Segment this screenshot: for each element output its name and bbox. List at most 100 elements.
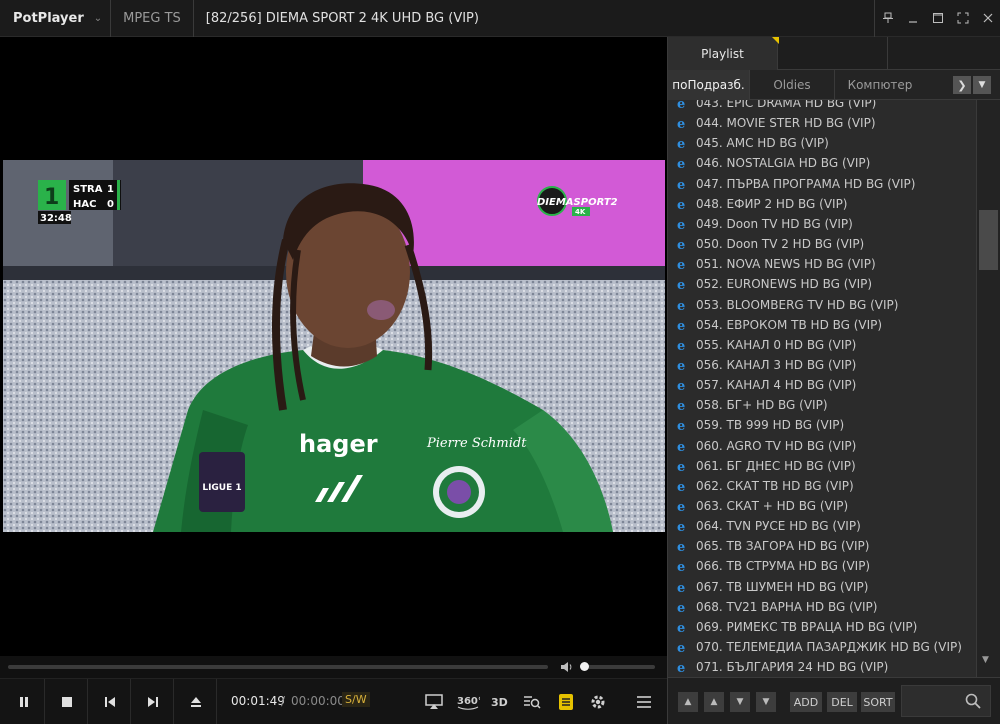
- svg-text:e: e: [677, 641, 685, 653]
- playlist-item-label: 045. AMC HD BG (VIP): [696, 136, 829, 151]
- move-top-icon[interactable]: ▲: [678, 692, 698, 712]
- playlist-item[interactable]: e 061. БГ ДНЕС HD BG (VIP): [668, 456, 976, 476]
- playlist-item[interactable]: e 066. ТВ СТРУМА HD BG (VIP): [668, 556, 976, 576]
- playlist-item[interactable]: e 064. TVN РУСЕ HD BG (VIP): [668, 516, 976, 536]
- subtab-computer[interactable]: Компютер: [835, 70, 925, 100]
- subtab-oldies[interactable]: Oldies: [750, 70, 835, 100]
- channel-logo-badge: 4K: [575, 208, 586, 216]
- svg-text:e: e: [677, 299, 685, 311]
- playlist-item[interactable]: e 062. СКАТ ТВ HD BG (VIP): [668, 476, 976, 496]
- video-frame[interactable]: hager Pierre Schmidt LIGUE 1 1 32:48 STR…: [3, 160, 665, 532]
- playlist-item[interactable]: e 044. MOVIE STER HD BG (VIP): [668, 113, 976, 133]
- playlist-item[interactable]: e 043. EPIC DRAMA HD BG (VIP): [668, 100, 976, 113]
- close-icon[interactable]: [975, 0, 1000, 37]
- search-icon[interactable]: [965, 693, 981, 709]
- channel-logo: DIEMASPORT2: [537, 197, 618, 208]
- eject-button[interactable]: [175, 679, 217, 724]
- playlist-item-label: 051. NOVA NEWS HD BG (VIP): [696, 257, 876, 272]
- shirt-text-2: Pierre Schmidt: [426, 436, 527, 451]
- svg-text:e: e: [677, 621, 685, 633]
- scroll-down-icon[interactable]: ▼: [982, 655, 989, 665]
- playlist-item[interactable]: e 069. РИМЕКС ТВ ВРАЦА HD BG (VIP): [668, 617, 976, 637]
- volume-knob[interactable]: [580, 662, 589, 671]
- fullscreen-icon[interactable]: [950, 0, 975, 37]
- app-name: PotPlayer: [13, 10, 84, 26]
- playlist-item[interactable]: e 053. BLOOMBERG TV HD BG (VIP): [668, 295, 976, 315]
- scrollbar-thumb[interactable]: [979, 210, 998, 270]
- chevron-down-icon[interactable]: ▼: [973, 76, 991, 94]
- stop-icon: [61, 697, 72, 707]
- playlist-item-label: 046. NOSTALGIA HD BG (VIP): [696, 156, 871, 171]
- add-button[interactable]: ADD: [790, 692, 822, 712]
- seek-bar[interactable]: [8, 665, 548, 669]
- internet-explorer-icon: e: [677, 319, 685, 331]
- playlist-item-label: 055. КАНАЛ 0 HD BG (VIP): [696, 337, 857, 352]
- move-up-icon[interactable]: ▲: [704, 692, 724, 712]
- maximize-icon[interactable]: [925, 0, 950, 37]
- next-button[interactable]: [132, 679, 174, 724]
- playlist-item[interactable]: e 065. ТВ ЗАГОРА HD BG (VIP): [668, 536, 976, 556]
- home-score: 1: [107, 184, 114, 195]
- playlist-item[interactable]: e 070. ТЕЛЕМЕДИА ПАЗАРДЖИК HD BG (VIP): [668, 637, 976, 657]
- playlist-item-label: 048. ЕФИР 2 HD BG (VIP): [696, 196, 848, 211]
- playlist-item[interactable]: e 055. КАНАЛ 0 HD BG (VIP): [668, 335, 976, 355]
- svg-text:e: e: [677, 319, 685, 331]
- volume-slider[interactable]: [580, 665, 655, 669]
- playlist-item[interactable]: e 050. Doon TV 2 HD BG (VIP): [668, 234, 976, 254]
- 3d-icon[interactable]: 3D: [490, 692, 510, 712]
- playlist-item[interactable]: e 048. ЕФИР 2 HD BG (VIP): [668, 194, 976, 214]
- svg-text:e: e: [677, 137, 685, 149]
- playlist-item[interactable]: e 052. EURONEWS HD BG (VIP): [668, 274, 976, 294]
- pause-icon: [19, 697, 28, 707]
- playlist-item[interactable]: e 071. БЪЛГАРИЯ 24 HD BG (VIP): [668, 657, 976, 677]
- main-menu-icon[interactable]: [634, 692, 654, 712]
- playlist-item[interactable]: e 060. AGRO TV HD BG (VIP): [668, 436, 976, 456]
- volume-icon[interactable]: [560, 660, 574, 674]
- playlist-item[interactable]: e 067. ТВ ШУМЕН HD BG (VIP): [668, 577, 976, 597]
- move-bottom-icon[interactable]: ▼: [756, 692, 776, 712]
- search-list-icon[interactable]: [522, 692, 542, 712]
- pause-button[interactable]: [3, 679, 45, 724]
- playlist-list[interactable]: e 043. EPIC DRAMA HD BG (VIP) e 044. MOVIE …: [668, 100, 976, 677]
- sort-button[interactable]: SORT: [861, 692, 895, 712]
- svg-text:e: e: [677, 100, 685, 109]
- playlist-search-input[interactable]: [901, 685, 991, 717]
- move-down-icon[interactable]: ▼: [730, 692, 750, 712]
- playlist-item[interactable]: e 057. КАНАЛ 4 HD BG (VIP): [668, 375, 976, 395]
- playlist-item[interactable]: e 045. AMC HD BG (VIP): [668, 133, 976, 153]
- internet-explorer-icon: e: [677, 399, 685, 411]
- playlist-item[interactable]: e 051. NOVA NEWS HD BG (VIP): [668, 254, 976, 274]
- tab-empty[interactable]: [778, 37, 888, 70]
- playlist-item[interactable]: e 068. TV21 ВАРНА HD BG (VIP): [668, 597, 976, 617]
- playlist-item[interactable]: e 056. КАНАЛ 3 HD BG (VIP): [668, 355, 976, 375]
- chevron-right-icon[interactable]: ❯: [953, 76, 971, 94]
- delete-button[interactable]: DEL: [827, 692, 857, 712]
- playlist-item[interactable]: e 058. БГ+ HD BG (VIP): [668, 395, 976, 415]
- vr-360-icon[interactable]: 360°: [456, 692, 480, 712]
- playlist-item-label: 043. EPIC DRAMA HD BG (VIP): [696, 100, 877, 110]
- cast-icon[interactable]: [424, 692, 444, 712]
- icon-3d-label: 3D: [491, 696, 508, 709]
- playlist-item[interactable]: e 063. СКАТ + HD BG (VIP): [668, 496, 976, 516]
- shirt-sponsor: hager: [299, 430, 378, 458]
- playlist-item[interactable]: e 054. ЕВРОКОМ ТВ HD BG (VIP): [668, 315, 976, 335]
- tab-playlist[interactable]: Playlist: [668, 37, 778, 70]
- playlist-item[interactable]: e 046. NOSTALGIA HD BG (VIP): [668, 153, 976, 173]
- playlist-item[interactable]: e 059. ТВ 999 HD BG (VIP): [668, 415, 976, 435]
- pin-icon[interactable]: [875, 0, 900, 37]
- time-separator: /: [281, 694, 286, 708]
- app-menu-button[interactable]: PotPlayer ⌄: [0, 0, 112, 37]
- sw-decoder-badge[interactable]: S/W: [342, 692, 370, 707]
- playlist-item[interactable]: e 047. ПЪРВА ПРОГРАМА HD BG (VIP): [668, 174, 976, 194]
- svg-text:e: e: [677, 581, 685, 593]
- subtab-default[interactable]: поПодразб.: [668, 70, 750, 100]
- settings-gear-icon[interactable]: [588, 692, 608, 712]
- playlist-toggle-icon[interactable]: [556, 692, 576, 712]
- stop-button[interactable]: [46, 679, 88, 724]
- previous-button[interactable]: [89, 679, 131, 724]
- playlist-item-label: 053. BLOOMBERG TV HD BG (VIP): [696, 297, 899, 312]
- playlist-scrollbar[interactable]: ▼: [976, 100, 1000, 677]
- playlist-item[interactable]: e 049. Doon TV HD BG (VIP): [668, 214, 976, 234]
- current-time: 00:01:49: [231, 694, 285, 708]
- minimize-icon[interactable]: [900, 0, 925, 37]
